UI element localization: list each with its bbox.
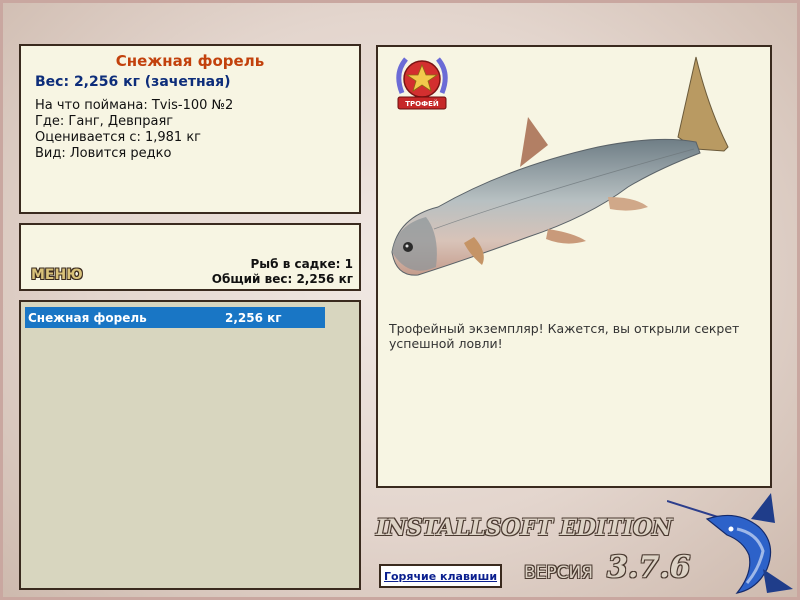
- fish-bait: На что поймана: Tvis-100 №2: [35, 98, 234, 113]
- list-item[interactable]: Снежная форель 2,256 кг: [25, 307, 325, 328]
- catch-list: Снежная форель 2,256 кг: [19, 300, 361, 590]
- list-item-weight: 2,256 кг: [225, 310, 282, 325]
- fish-location: Где: Ганг, Девпраяг: [35, 114, 174, 129]
- trophy-label: ТРОФЕЙ: [405, 99, 439, 108]
- fish-valued-from: Оценивается с: 1,981 кг: [35, 130, 202, 145]
- trophy-badge: ТРОФЕЙ: [396, 57, 448, 110]
- fish-rarity: Вид: Ловится редко: [35, 146, 172, 161]
- fish-description: Трофейный экземпляр! Кажется, вы открыли…: [389, 321, 740, 351]
- fish-name: Снежная форель: [115, 52, 265, 70]
- marlin-logo-icon: [667, 493, 793, 594]
- fish-weight: Вес: 2,256 кг (зачетная): [35, 74, 231, 90]
- fish-display-panel: ТРОФЕЙ Трофейный экземпляр! Кажется, вы …: [376, 45, 772, 488]
- edition-label: INSTALLSOFT EDITION: [376, 515, 673, 541]
- fish-count: Рыб в садке: 1: [250, 257, 354, 271]
- total-weight: Общий вес: 2,256 кг: [211, 272, 353, 286]
- list-item-name: Снежная форель: [28, 310, 147, 325]
- stats-panel: МЕНЮ Рыб в садке: 1 Общий вес: 2,256 кг: [19, 223, 361, 291]
- hotkeys-button[interactable]: Горячие клавиши: [379, 564, 502, 588]
- version-label: ВЕРСИЯ: [524, 563, 594, 583]
- fish-info-panel: Снежная форель Вес: 2,256 кг (зачетная) …: [19, 44, 361, 214]
- menu-button[interactable]: МЕНЮ: [31, 267, 83, 283]
